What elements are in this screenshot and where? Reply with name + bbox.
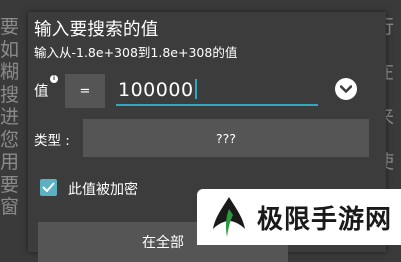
background-char: 要 bbox=[0, 173, 20, 196]
search-all-button-label: 在全部 bbox=[142, 235, 184, 251]
watermark-logo-icon bbox=[213, 197, 245, 237]
type-select[interactable]: ??? bbox=[83, 119, 369, 157]
history-dropdown-button[interactable] bbox=[335, 78, 357, 100]
background-char: 如 bbox=[0, 38, 20, 61]
value-label: 值 bbox=[34, 84, 49, 100]
dialog-title: 输入要搜索的值 bbox=[34, 20, 159, 40]
encrypted-checkbox-label[interactable]: 此值被加密 bbox=[68, 179, 138, 199]
encrypted-checkbox[interactable] bbox=[40, 179, 57, 196]
info-icon[interactable]: i bbox=[50, 75, 58, 83]
operator-label: = bbox=[79, 83, 91, 99]
background-char: 用 bbox=[0, 151, 20, 173]
background-left-column: 要 如 糊 搜 进 您 用 要 窗 bbox=[0, 16, 22, 219]
watermark-overlay: 极限手游网 bbox=[197, 189, 401, 245]
operator-button[interactable]: = bbox=[65, 74, 105, 108]
text-caret bbox=[194, 79, 197, 99]
checkmark-icon bbox=[42, 182, 55, 192]
background-char: 搜 bbox=[0, 83, 20, 106]
background-char: 进 bbox=[0, 106, 20, 128]
type-select-value: ??? bbox=[216, 130, 236, 146]
value-input[interactable]: 100000 bbox=[116, 76, 318, 106]
background-char: 您 bbox=[0, 128, 20, 151]
chevron-down-icon bbox=[340, 85, 352, 93]
type-label: 类型 : bbox=[34, 133, 70, 149]
background-char: 窗 bbox=[0, 196, 20, 218]
background-char: 糊 bbox=[0, 61, 20, 83]
dialog-subtitle: 输入从-1.8e+308到1.8e+308的值 bbox=[34, 45, 238, 60]
background-char: 要 bbox=[0, 16, 20, 38]
value-input-text: 100000 bbox=[118, 79, 194, 101]
watermark-text: 极限手游网 bbox=[257, 204, 393, 235]
